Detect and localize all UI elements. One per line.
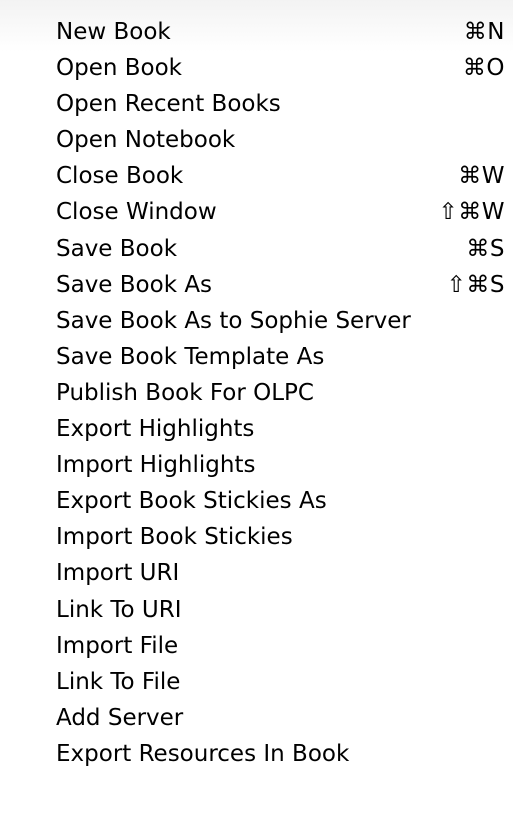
menu-item-shortcut: ⌘N	[463, 19, 505, 45]
menu-item-publish-book-for-olpc[interactable]: Publish Book For OLPC	[0, 375, 513, 411]
menu-item-save-book[interactable]: Save Book ⌘S	[0, 231, 513, 267]
file-menu: New Book ⌘N Open Book ⌘O Open Recent Boo…	[0, 0, 513, 817]
menu-item-import-file[interactable]: Import File	[0, 628, 513, 664]
menu-item-label: New Book	[56, 19, 171, 45]
menu-item-label: Open Recent Books	[56, 91, 281, 118]
menu-item-export-highlights[interactable]: Export Highlights	[0, 411, 513, 447]
menu-item-save-book-template-as[interactable]: Save Book Template As	[0, 339, 513, 375]
menu-item-shortcut: ⌘W	[458, 163, 505, 190]
menu-item-export-resources-in-book[interactable]: Export Resources In Book	[0, 736, 513, 772]
menu-item-label: Export Book Stickies As	[56, 488, 327, 515]
menu-item-open-recent-books[interactable]: Open Recent Books	[0, 86, 513, 122]
menu-item-shortcut: ⇧⌘W	[438, 199, 505, 226]
menu-item-label: Save Book	[56, 235, 178, 262]
menu-item-shortcut: ⌘O	[462, 55, 505, 82]
menu-item-open-notebook[interactable]: Open Notebook	[0, 122, 513, 158]
menu-item-label: Export Highlights	[56, 416, 255, 443]
menu-item-shortcut: ⌘S	[466, 235, 505, 262]
menu-item-label: Save Book As	[56, 271, 213, 298]
menu-item-label: Import Highlights	[56, 452, 256, 479]
menu-item-label: Import Book Stickies	[56, 524, 293, 551]
menu-item-label: Close Window	[56, 199, 217, 226]
menu-item-import-uri[interactable]: Import URI	[0, 555, 513, 591]
menu-item-label: Close Book	[56, 163, 184, 190]
menu-item-label: Import URI	[56, 560, 180, 587]
menu-item-label: Import File	[56, 632, 179, 659]
menu-item-label: Save Book Template As	[56, 343, 325, 370]
menu-item-import-book-stickies[interactable]: Import Book Stickies	[0, 519, 513, 555]
menu-list: New Book ⌘N Open Book ⌘O Open Recent Boo…	[0, 14, 513, 772]
menu-item-label: Export Resources In Book	[56, 740, 350, 767]
menu-item-label: Link To URI	[56, 596, 182, 623]
menu-item-add-server[interactable]: Add Server	[0, 700, 513, 736]
menu-item-shortcut: ⇧⌘S	[446, 271, 505, 298]
menu-item-label: Open Notebook	[56, 127, 236, 154]
menu-item-close-book[interactable]: Close Book ⌘W	[0, 158, 513, 194]
menu-item-new-book[interactable]: New Book ⌘N	[0, 14, 513, 50]
menu-item-link-to-file[interactable]: Link To File	[0, 664, 513, 700]
menu-item-label: Save Book As to Sophie Server	[56, 307, 411, 334]
menu-item-label: Open Book	[56, 55, 182, 82]
menu-item-link-to-uri[interactable]: Link To URI	[0, 592, 513, 628]
menu-item-save-book-as-to-sophie-server[interactable]: Save Book As to Sophie Server	[0, 303, 513, 339]
menu-item-save-book-as[interactable]: Save Book As ⇧⌘S	[0, 267, 513, 303]
menu-item-close-window[interactable]: Close Window ⇧⌘W	[0, 194, 513, 230]
menu-item-import-highlights[interactable]: Import Highlights	[0, 447, 513, 483]
menu-item-export-book-stickies-as[interactable]: Export Book Stickies As	[0, 483, 513, 519]
menu-item-label: Add Server	[56, 704, 184, 731]
menu-item-label: Publish Book For OLPC	[56, 379, 314, 406]
menu-item-open-book[interactable]: Open Book ⌘O	[0, 50, 513, 86]
menu-item-label: Link To File	[56, 668, 181, 695]
